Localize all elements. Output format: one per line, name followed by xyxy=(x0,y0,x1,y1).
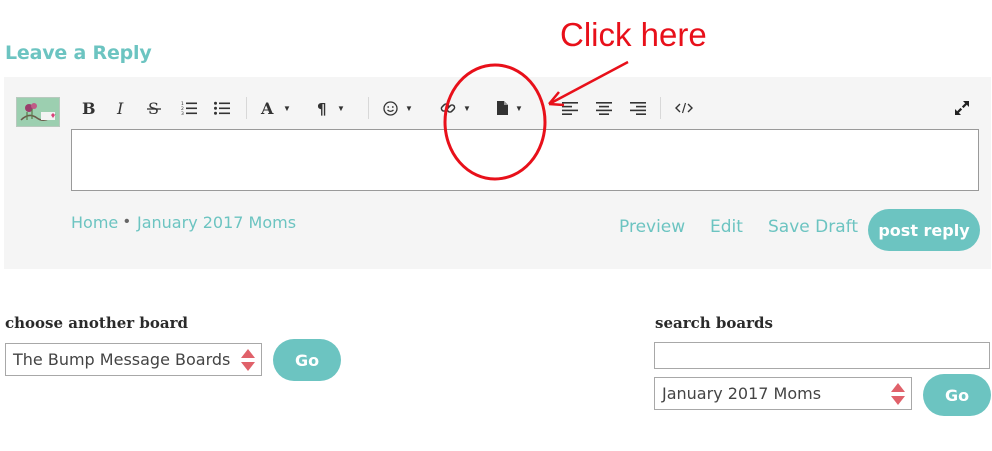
file-icon[interactable]: ▼ xyxy=(496,96,536,120)
toolbar-divider xyxy=(660,97,661,119)
edit-link[interactable]: Edit xyxy=(710,217,743,237)
svg-text:¶: ¶ xyxy=(317,100,327,116)
breadcrumb-board-link[interactable]: January 2017 Moms xyxy=(137,213,296,232)
chevron-down-icon: ▼ xyxy=(515,103,523,113)
save-draft-link[interactable]: Save Draft xyxy=(768,217,858,237)
toolbar-divider xyxy=(368,97,369,119)
toolbar-divider xyxy=(246,97,247,119)
search-board-select[interactable]: January 2017 Moms xyxy=(654,377,912,410)
ordered-list-icon[interactable]: 1 2 3 xyxy=(180,96,198,120)
search-boards-input[interactable] xyxy=(654,342,990,369)
search-board-select-value: January 2017 Moms xyxy=(662,384,822,403)
search-boards-go-button[interactable]: Go xyxy=(923,374,991,416)
align-left-icon[interactable] xyxy=(561,96,579,120)
board-select[interactable]: The Bump Message Boards xyxy=(5,343,262,376)
align-right-icon[interactable] xyxy=(629,96,647,120)
svg-text:3: 3 xyxy=(181,111,184,115)
preview-link[interactable]: Preview xyxy=(619,217,685,237)
breadcrumb-home-link[interactable]: Home xyxy=(71,213,118,232)
svg-text:I: I xyxy=(116,100,124,116)
fullscreen-icon[interactable] xyxy=(953,96,971,120)
select-arrows-icon xyxy=(890,381,906,412)
search-boards-label: search boards xyxy=(655,314,773,332)
svg-text:A: A xyxy=(260,100,274,116)
align-center-icon[interactable] xyxy=(595,96,613,120)
unordered-list-icon[interactable] xyxy=(213,96,231,120)
strikethrough-icon[interactable]: S xyxy=(146,96,162,120)
svg-text:B: B xyxy=(82,100,95,116)
select-arrows-icon xyxy=(240,347,256,378)
avatar xyxy=(16,97,60,127)
leave-a-reply-heading: Leave a Reply xyxy=(5,42,152,64)
post-reply-button[interactable]: post reply xyxy=(868,209,980,251)
breadcrumb-separator: • xyxy=(124,213,130,230)
paragraph-icon[interactable]: ¶ ▼ xyxy=(316,96,356,120)
italic-icon[interactable]: I xyxy=(114,96,128,120)
chevron-down-icon: ▼ xyxy=(283,103,291,113)
chevron-down-icon: ▼ xyxy=(463,103,471,113)
chevron-down-icon: ▼ xyxy=(405,103,413,113)
annotation-click-here-text: Click here xyxy=(560,16,707,53)
chevron-down-icon: ▼ xyxy=(337,103,345,113)
svg-text:S: S xyxy=(148,100,159,116)
font-color-icon[interactable]: A ▼ xyxy=(260,96,300,120)
link-icon[interactable]: ▼ xyxy=(440,96,480,120)
code-view-icon[interactable] xyxy=(674,96,694,120)
emoji-icon[interactable]: ▼ xyxy=(383,96,423,120)
board-select-value: The Bump Message Boards xyxy=(13,350,231,369)
choose-board-label: choose another board xyxy=(5,314,188,332)
choose-board-go-button[interactable]: Go xyxy=(273,339,341,381)
reply-text-area[interactable] xyxy=(71,129,979,191)
bold-icon[interactable]: B xyxy=(80,96,96,120)
